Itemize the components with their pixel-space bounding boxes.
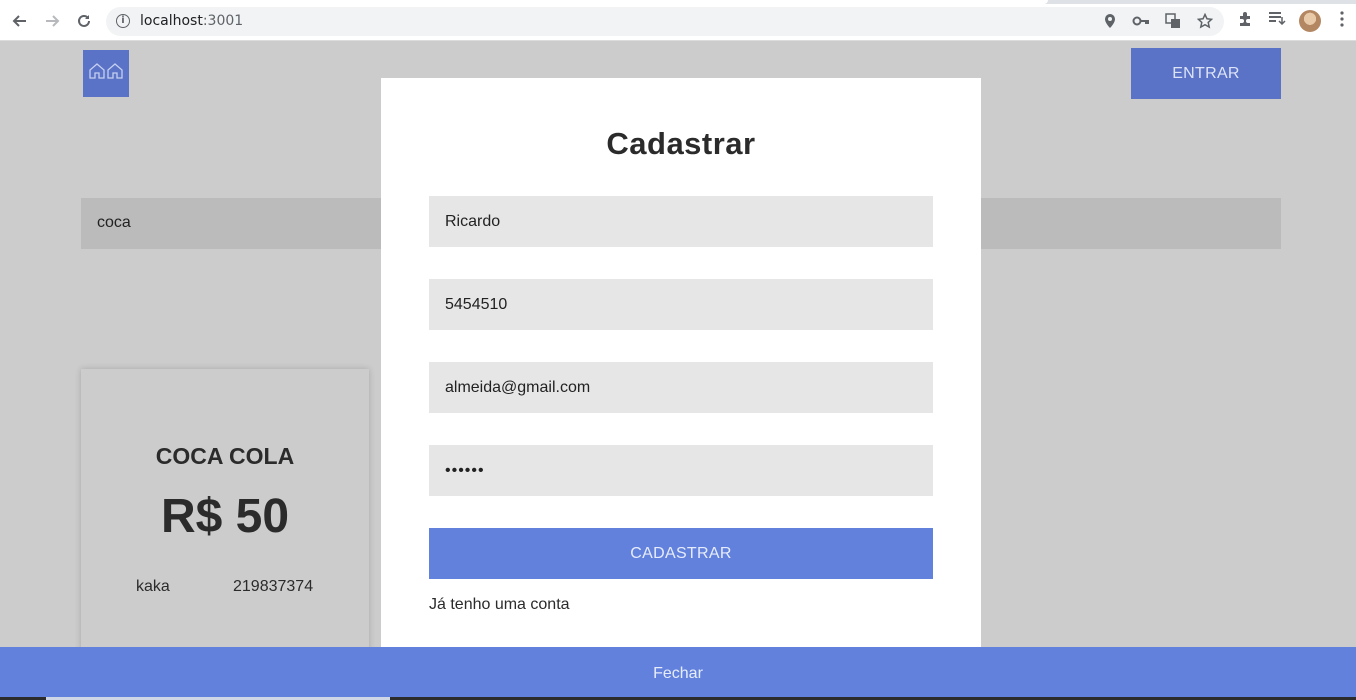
product-name: COCA COLA (155, 443, 295, 469)
email-field[interactable] (429, 362, 933, 413)
address-bar[interactable]: i localhost:3001 (106, 7, 1224, 36)
back-icon[interactable] (9, 10, 31, 32)
browser-toolbar: i localhost:3001 (0, 0, 1356, 41)
signup-submit-button[interactable]: CADASTRAR (429, 528, 933, 579)
active-tab[interactable] (0, 0, 1048, 4)
bookmark-star-icon[interactable] (1196, 12, 1214, 31)
product-card[interactable]: COCA COLA R$ 50 kaka 219837374 (81, 369, 369, 659)
close-modal-button[interactable]: Fechar (0, 647, 1356, 700)
reading-list-icon[interactable] (1267, 11, 1287, 31)
forward-icon[interactable] (41, 10, 63, 32)
phone-field[interactable] (429, 279, 933, 330)
search-value: coca (97, 214, 131, 231)
home-icon (88, 62, 124, 85)
url-text[interactable]: localhost:3001 (140, 13, 243, 29)
password-field[interactable] (429, 445, 933, 496)
signup-modal: Cadastrar CADASTRAR Já tenho uma conta (381, 78, 981, 658)
location-icon[interactable] (1101, 13, 1119, 31)
extensions-icon[interactable] (1235, 11, 1255, 31)
url-port: :3001 (202, 13, 244, 29)
url-host: localhost (140, 13, 203, 29)
translate-icon[interactable] (1164, 13, 1182, 31)
name-field[interactable] (429, 196, 933, 247)
key-icon[interactable] (1132, 13, 1150, 31)
tab-strip (0, 0, 1356, 4)
login-button[interactable]: ENTRAR (1131, 48, 1281, 99)
modal-title: Cadastrar (606, 126, 756, 161)
product-seller: kaka (136, 578, 170, 595)
product-contact: 219837374 (233, 578, 314, 595)
browser-menu-icon[interactable] (1332, 11, 1352, 31)
site-info-icon[interactable]: i (116, 14, 130, 28)
reload-icon[interactable] (73, 10, 95, 32)
profile-avatar[interactable] (1299, 10, 1321, 32)
home-button[interactable] (83, 50, 129, 97)
existing-account-link[interactable]: Já tenho uma conta (429, 596, 570, 614)
product-price: R$ 50 (160, 490, 290, 543)
